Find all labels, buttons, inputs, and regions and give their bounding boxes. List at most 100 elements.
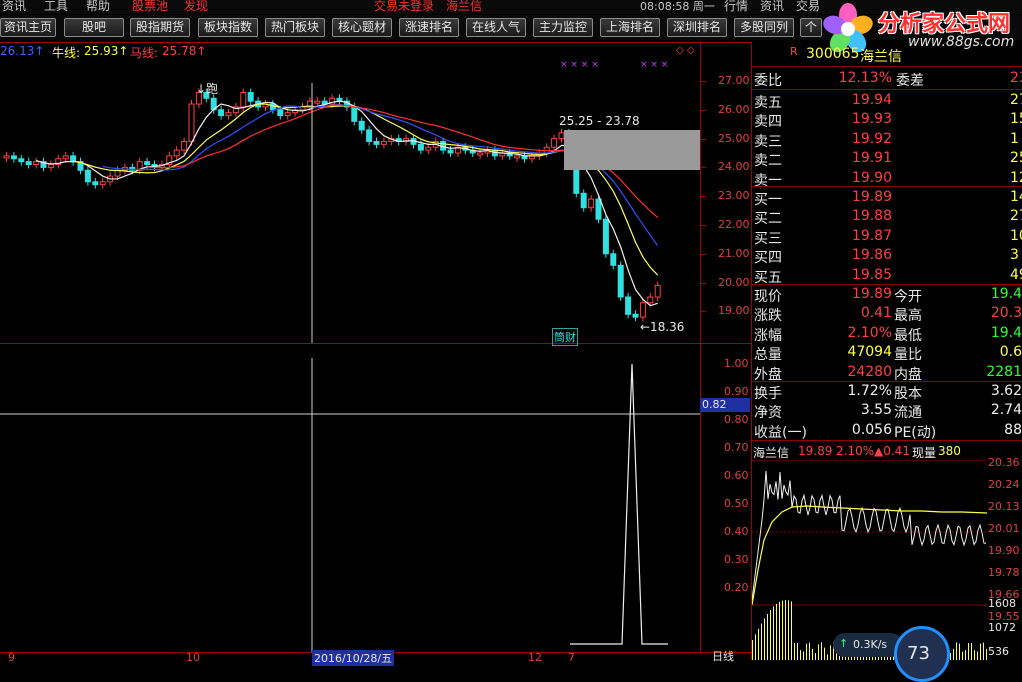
mini-pct: 2.10% [836, 444, 875, 458]
volume-bar [830, 645, 831, 660]
volume-bar [785, 600, 786, 660]
order-book-row[interactable]: 买三 19.87 10 [754, 228, 1022, 247]
btn-hot-sector[interactable]: 热门板块 [265, 18, 325, 37]
level-label: 买三 [754, 230, 782, 247]
cpu-gauge: 73 [894, 626, 950, 682]
volume-bar [959, 643, 960, 660]
candle-body [551, 138, 558, 148]
btn-core-theme[interactable]: 核心题材 [332, 18, 392, 37]
btn-speed-rank[interactable]: 涨速排名 [399, 18, 459, 37]
level-label: 卖四 [754, 114, 782, 131]
level-volume: 25 [1010, 150, 1022, 167]
xaxis-label-12: 12 [528, 651, 542, 664]
diamond-markers: ◇ ◇ [676, 45, 695, 56]
intraday-chart[interactable] [752, 460, 987, 660]
sub-ytick: 0.90 [724, 385, 749, 398]
order-book-row[interactable]: 买一 19.89 14 [754, 189, 1022, 208]
order-book-row[interactable]: 卖四 19.93 15 [754, 111, 1022, 130]
stat-row: 总量 47094 量比 0.6 [754, 344, 1022, 363]
intraday-vol-tick: 1608 [988, 597, 1016, 610]
volume-bar [827, 654, 828, 660]
panel-sep-4 [750, 284, 1022, 285]
order-book-row[interactable]: 卖二 19.91 25 [754, 150, 1022, 169]
candle-body [477, 152, 484, 156]
order-book-row[interactable]: 买五19.8549 [754, 267, 1022, 286]
stat-row: 收益(一) 0.056 PE(动) 88 [754, 422, 1022, 441]
sub-ytick: 0.50 [724, 497, 749, 510]
volume-bar [977, 651, 978, 660]
stat-value-2: 3.62 [990, 383, 1022, 399]
period-daily[interactable]: 日线 [712, 648, 734, 664]
main-ytick: 24.00 [718, 160, 750, 174]
level-volume: 3 [1010, 247, 1019, 264]
candle-body [595, 198, 602, 220]
candle-body [617, 264, 624, 298]
btn-online-popularity[interactable]: 在线人气 [466, 18, 526, 37]
volume-bar [809, 642, 810, 660]
stat-label: 换手 [754, 386, 782, 402]
btn-multi-stock[interactable]: 多股同列 [734, 18, 794, 37]
main-ytick-mark [701, 253, 706, 255]
indicator-chart[interactable] [0, 344, 700, 652]
signal-x-marks: × × × × [560, 60, 599, 70]
btn-main-monitor[interactable]: 主力监控 [533, 18, 593, 37]
candle-body [380, 140, 387, 145]
btn-stock-forum[interactable]: 股吧 [64, 18, 124, 37]
btn-shanghai-rank[interactable]: 上海排名 [600, 18, 660, 37]
menu-tools[interactable]: 工具 [44, 0, 68, 14]
stat-row: 净资 3.55 流通 2.74 [754, 402, 1022, 421]
current-stock-title: 海兰信 [446, 0, 483, 13]
level-price: 19.87 [851, 227, 892, 244]
menu-market[interactable]: 行情 [724, 0, 748, 14]
volume-bar [782, 600, 783, 660]
level-label: 买二 [754, 211, 782, 228]
candle-body [351, 106, 358, 122]
candle-body [10, 155, 17, 160]
stat-label: 现价 [754, 289, 782, 305]
weibi-value: 12.13% [838, 70, 892, 86]
order-book-row[interactable]: 卖五 19.94 27 [754, 92, 1022, 111]
sub-ytick: 0.80 [724, 413, 749, 426]
stat-value-2: 0.6 [999, 344, 1022, 361]
volume-bar [797, 643, 798, 660]
candle-body [47, 164, 54, 168]
xaxis-label-9: 9 [8, 651, 15, 664]
menu-stock-pool[interactable]: 股票池 [132, 0, 168, 14]
intraday-ytick: 19.90 [988, 544, 1020, 557]
menu-news[interactable]: 资讯 [2, 0, 26, 14]
stat-row: 换手 1.72% 股本 3.62 [754, 383, 1022, 402]
candle-body [240, 92, 247, 108]
candle-body [25, 161, 32, 166]
level-volume: 12 [1010, 169, 1022, 186]
order-book-row[interactable]: 卖三 19.92 1 [754, 131, 1022, 150]
menu-info[interactable]: 资讯 [760, 0, 784, 14]
order-book-row[interactable]: 买二 19.88 27 [754, 208, 1022, 227]
sub-ytick: 0.40 [724, 525, 749, 538]
main-ytick: 26.00 [718, 102, 750, 116]
level-price: 19.85 [851, 266, 892, 283]
volume-bar [818, 644, 819, 660]
level-volume: 27 [1010, 208, 1022, 225]
menu-help[interactable]: 帮助 [86, 0, 110, 14]
candle-body [610, 253, 617, 266]
level-price: 19.88 [851, 208, 892, 225]
main-ytick-mark [701, 196, 706, 198]
weicha-value: 23 [1010, 70, 1022, 86]
intraday-ytick: 20.01 [988, 522, 1020, 535]
volume-bar [962, 651, 963, 660]
btn-shenzhen-rank[interactable]: 深圳排名 [667, 18, 727, 37]
candlestick-chart[interactable]: × × × × × × × ◇ ◇ [0, 43, 700, 343]
cpu-percent: 73 [907, 643, 930, 664]
level-volume: 14 [1010, 189, 1022, 205]
btn-sector-index[interactable]: 板块指数 [198, 18, 258, 37]
stat-label: 总量 [754, 347, 782, 364]
level-price: 19.86 [851, 247, 892, 264]
level-label: 卖三 [754, 133, 782, 150]
menu-discover[interactable]: 发现 [184, 0, 208, 14]
main-ytick: 19.00 [718, 304, 750, 318]
volume-bar [983, 642, 984, 660]
btn-index-futures[interactable]: 股指期货 [130, 18, 190, 37]
order-book-row[interactable]: 买四 19.86 3 [754, 247, 1022, 266]
candle-body [284, 112, 291, 117]
btn-news-home[interactable]: 资讯主页 [0, 18, 56, 37]
